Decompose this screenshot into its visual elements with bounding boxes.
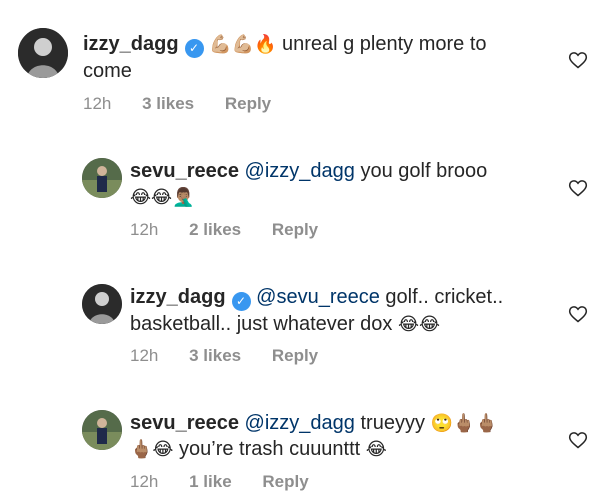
comment-text: you golf brooo bbox=[360, 160, 488, 182]
mention-link[interactable]: @izzy_dagg bbox=[245, 160, 355, 182]
reply-button[interactable]: Reply bbox=[262, 472, 308, 491]
avatar[interactable] bbox=[82, 284, 122, 324]
likes-count[interactable]: 3 likes bbox=[189, 346, 241, 365]
emoji-group: 😂😂 bbox=[397, 314, 441, 334]
heart-outline-icon[interactable] bbox=[568, 304, 588, 324]
emoji-group: 🖕🏽😂 bbox=[130, 439, 174, 459]
comment-item: izzy_dagg ✓ @sevu_reece golf.. cricket.. … bbox=[0, 256, 600, 382]
comment-body: izzy_dagg ✓ @sevu_reece golf.. cricket.. … bbox=[130, 284, 540, 337]
mention-link[interactable]: @sevu_reece bbox=[256, 286, 380, 308]
comment-meta: 12h 1 like Reply bbox=[130, 472, 335, 492]
comment-item: sevu_reece @izzy_dagg trueyyy 🙄🖕🏽🖕🏽 🖕🏽😂 … bbox=[0, 382, 600, 494]
comment-item: sevu_reece @izzy_dagg you golf brooo 😂😂🤦… bbox=[0, 130, 600, 256]
likes-count[interactable]: 2 likes bbox=[189, 220, 241, 239]
likes-count[interactable]: 3 likes bbox=[142, 94, 194, 113]
mention-link[interactable]: @izzy_dagg bbox=[245, 412, 355, 434]
verified-badge-icon: ✓ bbox=[184, 39, 204, 58]
username[interactable]: sevu_reece bbox=[130, 160, 239, 182]
emoji-group: 💪🏼💪🏼🔥 bbox=[209, 34, 277, 54]
reply-button[interactable]: Reply bbox=[225, 94, 271, 113]
timestamp: 12h bbox=[130, 346, 159, 365]
comment-item: izzy_dagg ✓ 💪🏼💪🏼🔥 unreal g plenty more to… bbox=[0, 0, 600, 130]
username[interactable]: izzy_dagg bbox=[83, 33, 179, 55]
heart-outline-icon[interactable] bbox=[568, 430, 588, 450]
comment-body: sevu_reece @izzy_dagg you golf brooo 😂😂🤦… bbox=[130, 158, 540, 210]
comment-body: izzy_dagg ✓ 💪🏼💪🏼🔥 unreal g plenty more to… bbox=[83, 31, 540, 84]
emoji-group: 😂😂🤦🏽‍♂️ bbox=[130, 187, 195, 207]
verified-badge-icon: ✓ bbox=[231, 292, 251, 311]
username[interactable]: izzy_dagg bbox=[130, 286, 226, 308]
comment-body: sevu_reece @izzy_dagg trueyyy 🙄🖕🏽🖕🏽 🖕🏽😂 … bbox=[130, 410, 540, 462]
avatar[interactable] bbox=[82, 410, 122, 450]
heart-outline-icon[interactable] bbox=[568, 50, 588, 70]
comment-text: trueyyy bbox=[360, 412, 425, 434]
avatar[interactable] bbox=[18, 28, 68, 78]
username[interactable]: sevu_reece bbox=[130, 412, 239, 434]
timestamp: 12h bbox=[130, 472, 159, 491]
reply-button[interactable]: Reply bbox=[272, 346, 318, 365]
likes-count[interactable]: 1 like bbox=[189, 472, 232, 491]
timestamp: 12h bbox=[83, 94, 112, 113]
reply-button[interactable]: Reply bbox=[272, 220, 318, 239]
emoji-group: 🙄🖕🏽🖕🏽 bbox=[430, 413, 498, 433]
comment-meta: 12h 3 likes Reply bbox=[83, 94, 297, 114]
comment-meta: 12h 2 likes Reply bbox=[130, 220, 344, 240]
comment-text: you’re trash cuuunttt bbox=[179, 438, 361, 460]
avatar[interactable] bbox=[82, 158, 122, 198]
comment-meta: 12h 3 likes Reply bbox=[130, 346, 344, 366]
heart-outline-icon[interactable] bbox=[568, 178, 588, 198]
emoji-group: 😂 bbox=[365, 439, 387, 459]
timestamp: 12h bbox=[130, 220, 159, 239]
comments-thread: izzy_dagg ✓ 💪🏼💪🏼🔥 unreal g plenty more to… bbox=[0, 0, 600, 494]
